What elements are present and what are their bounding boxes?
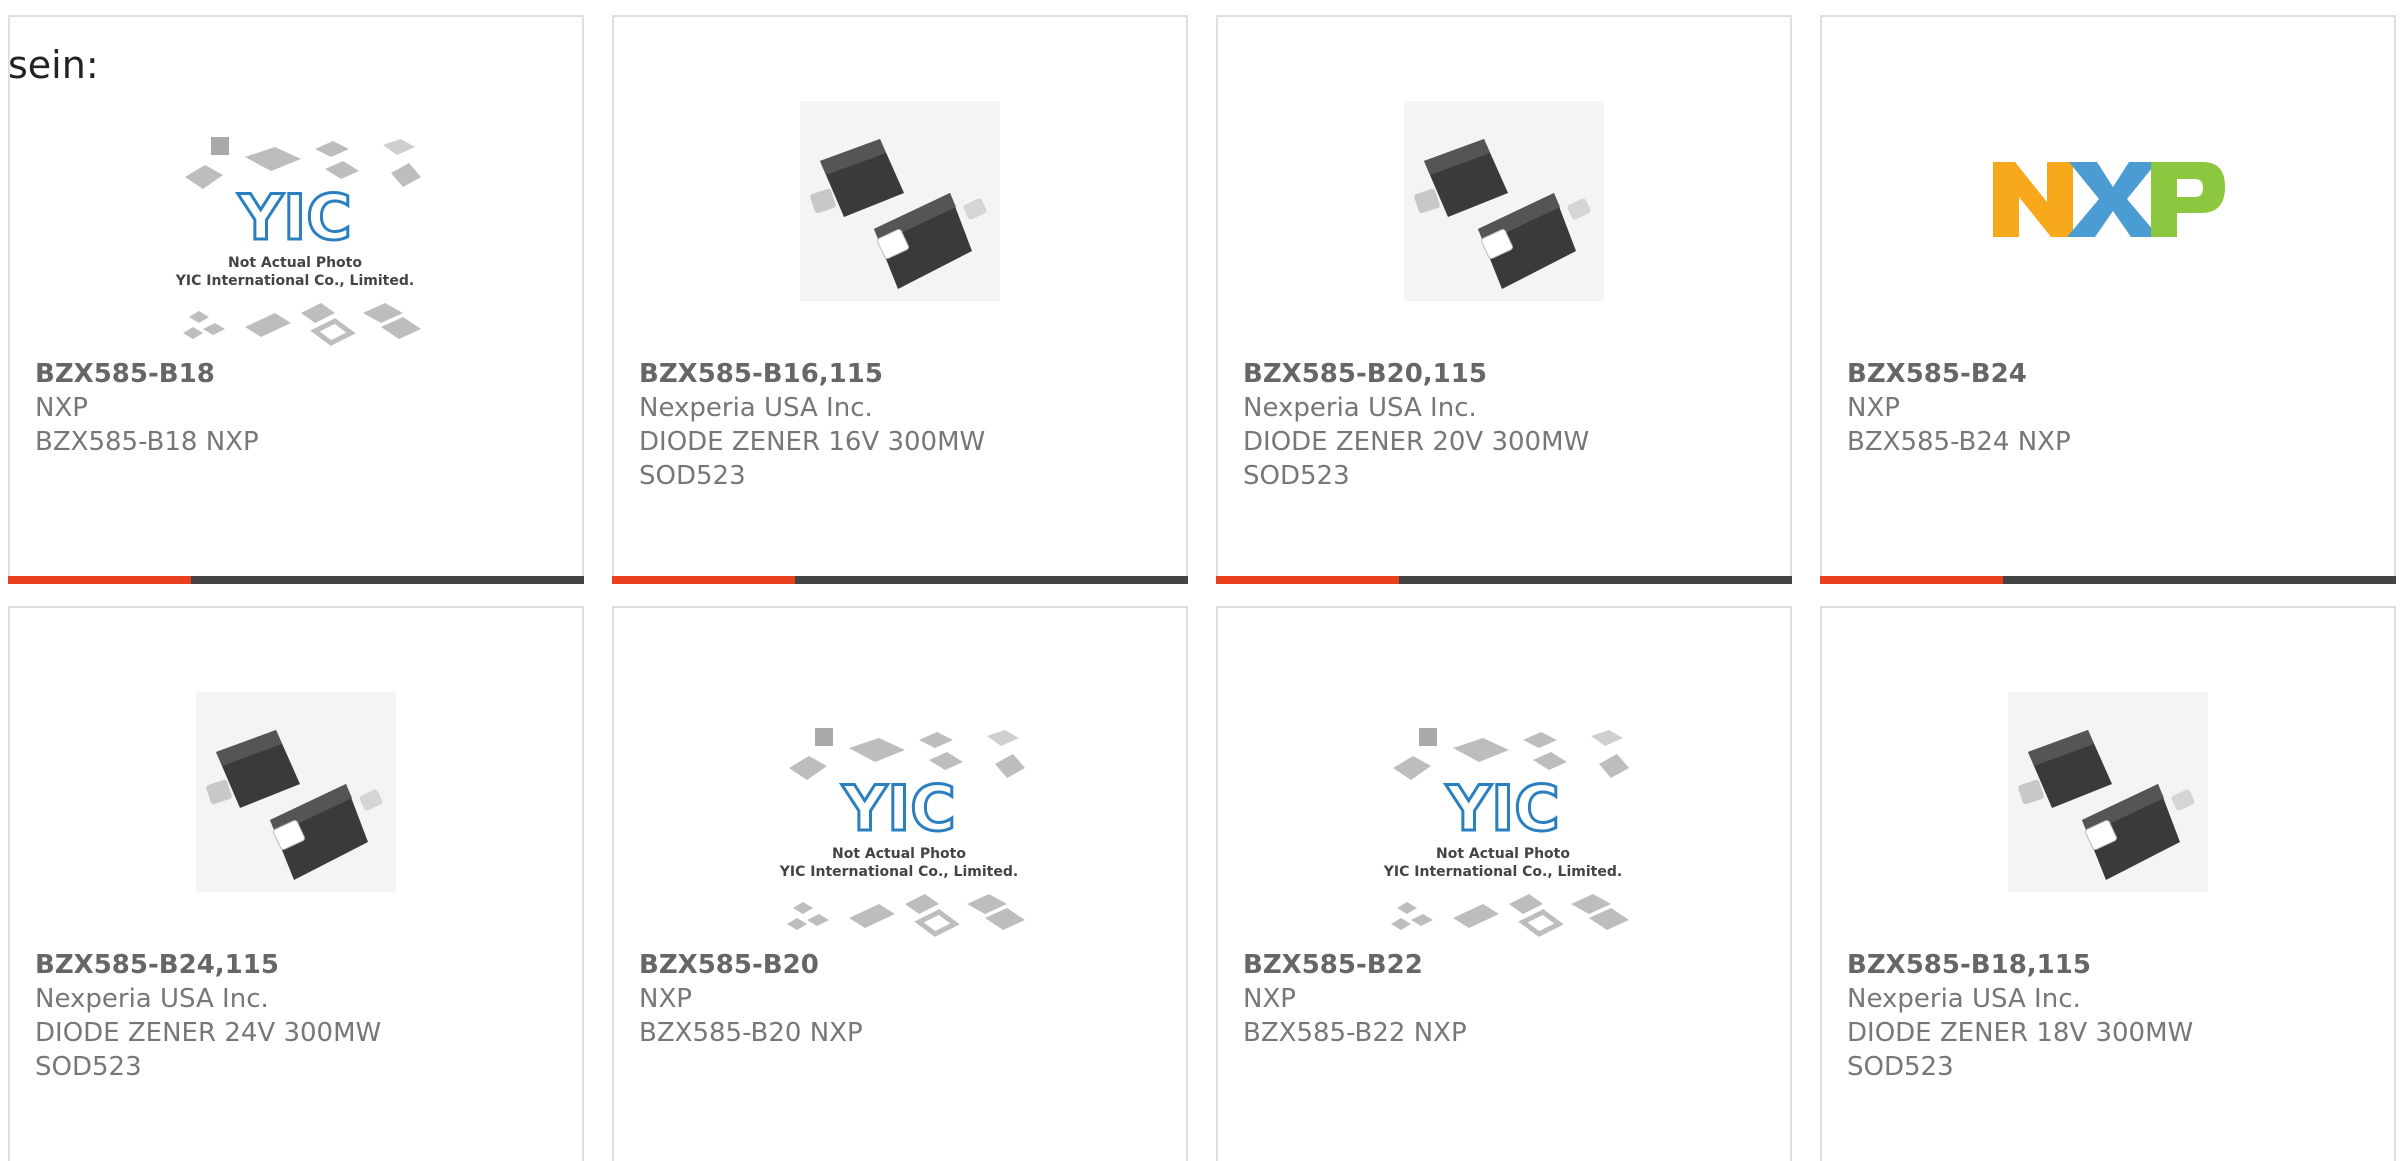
sod523-diode-icon [800,101,1000,301]
product-card[interactable]: BZX585-B24,115 Nexperia USA Inc. DIODE Z… [8,606,584,1161]
product-image[interactable] [10,668,582,958]
product-package: SOD523 [1847,1052,1954,1082]
product-description: DIODE ZENER 20V 300MW [1243,427,1590,457]
product-card[interactable]: BZX585-B16,115 Nexperia USA Inc. DIODE Z… [612,15,1188,584]
product-card[interactable]: BZX585-B24 NXP BZX585-B24 NXP [1820,15,2396,584]
product-card[interactable]: BZX585-B20,115 Nexperia USA Inc. DIODE Z… [1216,15,1792,584]
not-actual-photo-icon: YICNot Actual Photo YIC International Co.… [779,728,1025,937]
card-accent-bar [8,576,191,584]
sod523-diode-icon [2008,692,2208,892]
product-info: BZX585-B18,115 Nexperia USA Inc. DIODE Z… [1847,948,2384,1084]
product-info: BZX585-B24,115 Nexperia USA Inc. DIODE Z… [35,948,572,1084]
product-info: BZX585-B18 NXP BZX585-B18 NXP [35,357,572,459]
part-number[interactable]: BZX585-B20 [639,948,1176,982]
product-manufacturer: NXP [639,984,692,1014]
card-bottom-bar [612,576,1188,584]
product-card[interactable]: YIC Not Actual Photo YIC International Co.… [8,15,584,584]
product-card[interactable]: BZX585-B18,115 Nexperia USA Inc. DIODE Z… [1820,606,2396,1161]
product-image[interactable]: YIC Not Actual Photo YIC International Co.… [10,77,582,367]
card-bottom-bar [1820,576,2396,584]
part-number[interactable]: BZX585-B16,115 [639,357,1176,391]
product-info: BZX585-B20,115 Nexperia USA Inc. DIODE Z… [1243,357,1780,493]
part-number[interactable]: BZX585-B24,115 [35,948,572,982]
svg-text:Not Actual Photo: Not Actual Photo [832,846,966,862]
product-manufacturer: NXP [1847,393,1900,423]
not-actual-photo-icon: YICNot Actual Photo YIC International Co.… [175,137,421,346]
product-description: DIODE ZENER 16V 300MW [639,427,986,457]
card-bottom-bar [1216,576,1792,584]
svg-text:YIC: YIC [237,181,351,254]
part-number[interactable]: BZX585-B24 [1847,357,2384,391]
product-manufacturer: NXP [1243,984,1296,1014]
product-info: BZX585-B22 NXP BZX585-B22 NXP [1243,948,1780,1050]
product-listing-page: sein: YIC Not Actual Photo YIC Internation… [0,0,2400,1161]
part-number[interactable]: BZX585-B18 [35,357,572,391]
product-info: BZX585-B20 NXP BZX585-B20 NXP [639,948,1176,1050]
svg-text:Not Actual Photo: Not Actual Photo [1436,846,1570,862]
product-card[interactable]: YIC Not Actual Photo YIC International Co.… [1216,606,1792,1161]
nxp-logo-icon [1993,162,2225,237]
product-manufacturer: Nexperia USA Inc. [1243,393,1477,423]
product-manufacturer: Nexperia USA Inc. [35,984,269,1014]
product-package: SOD523 [1243,461,1350,491]
product-image[interactable] [1822,77,2394,367]
product-description: BZX585-B18 NXP [35,427,259,457]
part-number[interactable]: BZX585-B18,115 [1847,948,2384,982]
product-info: BZX585-B24 NXP BZX585-B24 NXP [1847,357,2384,459]
product-description: DIODE ZENER 24V 300MW [35,1018,382,1048]
part-number[interactable]: BZX585-B22 [1243,948,1780,982]
product-image[interactable]: YIC Not Actual Photo YIC International Co.… [1218,668,1790,958]
sod523-diode-icon [1404,101,1604,301]
svg-text:YIC International Co., Limited: YIC International Co., Limited. [779,864,1018,880]
not-actual-photo-icon: YICNot Actual Photo YIC International Co.… [1383,728,1629,937]
product-description: BZX585-B22 NXP [1243,1018,1467,1048]
svg-text:Not Actual Photo: Not Actual Photo [228,255,362,271]
product-description: BZX585-B24 NXP [1847,427,2071,457]
product-image[interactable] [1218,77,1790,367]
card-accent-bar [1216,576,1399,584]
part-number[interactable]: BZX585-B20,115 [1243,357,1780,391]
card-accent-bar [1820,576,2003,584]
intro-text: sein: [8,43,99,87]
card-bottom-bar [8,576,584,584]
product-image[interactable] [614,77,1186,367]
product-description: DIODE ZENER 18V 300MW [1847,1018,2194,1048]
product-manufacturer: Nexperia USA Inc. [639,393,873,423]
product-manufacturer: Nexperia USA Inc. [1847,984,2081,1014]
svg-text:YIC: YIC [1445,772,1559,845]
product-image[interactable] [1822,668,2394,958]
product-package: SOD523 [35,1052,142,1082]
product-description: BZX585-B20 NXP [639,1018,863,1048]
svg-text:YIC International Co., Limited: YIC International Co., Limited. [1383,864,1622,880]
svg-text:YIC International Co., Limited: YIC International Co., Limited. [175,273,414,289]
card-accent-bar [612,576,795,584]
product-package: SOD523 [639,461,746,491]
product-image[interactable]: YIC Not Actual Photo YIC International Co.… [614,668,1186,958]
product-manufacturer: NXP [35,393,88,423]
product-info: BZX585-B16,115 Nexperia USA Inc. DIODE Z… [639,357,1176,493]
svg-text:YIC: YIC [841,772,955,845]
product-card[interactable]: YIC Not Actual Photo YIC International Co.… [612,606,1188,1161]
sod523-diode-icon [196,692,396,892]
